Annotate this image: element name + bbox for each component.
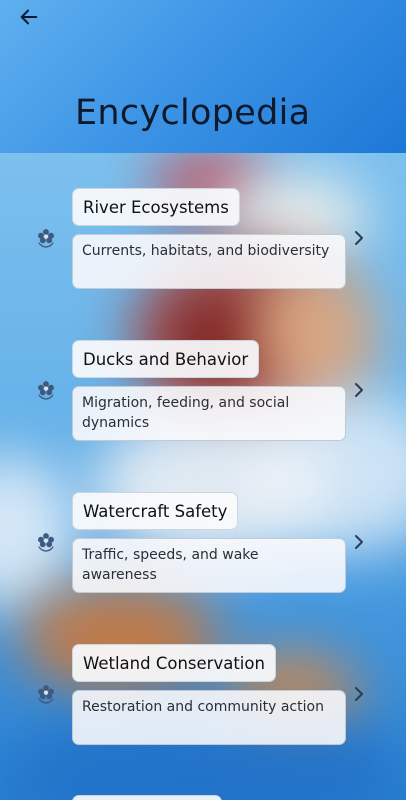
chevron-right-icon <box>355 231 363 245</box>
flower-icon <box>38 685 54 704</box>
list-item-partial[interactable] <box>72 795 222 800</box>
arrow-left-icon <box>20 9 38 25</box>
chevron-right-icon <box>355 687 363 701</box>
entry-title: Watercraft Safety <box>72 492 239 530</box>
flower-icon <box>38 381 54 400</box>
flower-icon <box>38 229 54 248</box>
entry-title: Ducks and Behavior <box>72 340 260 378</box>
list-item[interactable]: Wetland Conservation Restoration and com… <box>0 644 406 800</box>
page-title: Encyclopedia <box>75 93 311 133</box>
list-item[interactable]: Watercraft Safety Traffic, speeds, and w… <box>0 492 406 652</box>
list-item[interactable]: River Ecosystems Currents, habitats, and… <box>0 188 406 348</box>
back-button[interactable] <box>14 4 44 30</box>
entry-description: Traffic, speeds, and wake awareness <box>72 538 346 593</box>
entry-title: River Ecosystems <box>72 188 240 226</box>
entry-description: Restoration and community action <box>72 690 346 745</box>
entry-title: Wetland Conservation <box>72 644 276 682</box>
chevron-right-icon <box>355 535 363 549</box>
entry-description: Migration, feeding, and social dynamics <box>72 386 346 441</box>
encyclopedia-list: River Ecosystems Currents, habitats, and… <box>0 153 406 800</box>
chevron-right-icon <box>355 383 363 397</box>
list-item[interactable]: Ducks and Behavior Migration, feeding, a… <box>0 340 406 500</box>
app-header: Encyclopedia <box>0 0 406 153</box>
flower-icon <box>38 533 54 552</box>
entry-description: Currents, habitats, and biodiversity <box>72 234 346 289</box>
